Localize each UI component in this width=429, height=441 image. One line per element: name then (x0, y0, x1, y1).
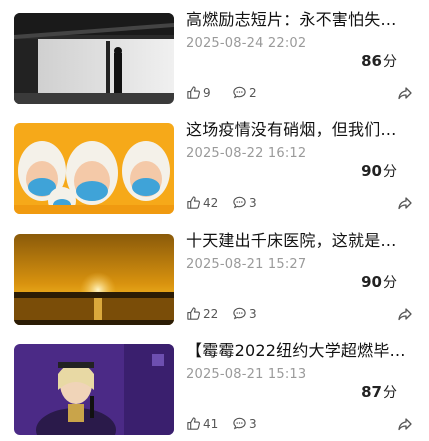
video-score: 87分 (361, 382, 397, 402)
comment-bubble-icon (233, 196, 246, 209)
share-button[interactable] (397, 416, 413, 432)
comment-button[interactable]: 3 (232, 195, 257, 210)
video-thumbnail[interactable] (14, 13, 174, 104)
video-thumbnail[interactable] (14, 344, 174, 435)
score-unit: 分 (383, 385, 397, 401)
video-score: 90分 (361, 272, 397, 292)
like-count: 9 (203, 85, 211, 100)
list-item[interactable]: 高燃励志短片：永不害怕失… 2025-08-24 22:02 86分 9 2 (0, 0, 429, 110)
score-unit: 分 (383, 164, 397, 180)
share-arrow-icon (398, 197, 412, 210)
share-button[interactable] (397, 85, 413, 101)
like-count: 41 (203, 416, 219, 431)
comment-button[interactable]: 2 (232, 85, 257, 100)
publish-date: 2025-08-21 15:13 (186, 367, 307, 382)
score-value: 90 (361, 162, 382, 180)
comment-count: 3 (249, 306, 257, 321)
thumbs-up-icon (187, 307, 201, 320)
like-button[interactable]: 9 (186, 85, 211, 100)
score-value: 87 (361, 383, 382, 401)
graduation-speech-photo-icon (14, 344, 174, 435)
share-button[interactable] (397, 306, 413, 322)
sunset-lake-photo-icon (14, 234, 174, 325)
publish-date: 2025-08-21 15:27 (186, 257, 307, 272)
like-button[interactable]: 41 (186, 416, 218, 431)
video-title[interactable]: 这场疫情没有硝烟，但我们… (186, 119, 418, 141)
list-item[interactable]: 这场疫情没有硝烟，但我们… 2025-08-22 16:12 90分 42 3 (0, 110, 429, 220)
comment-button[interactable]: 3 (232, 416, 257, 431)
thumbs-up-icon (187, 417, 201, 430)
like-button[interactable]: 22 (186, 306, 218, 321)
share-arrow-icon (398, 308, 412, 321)
bridge-silhouette-photo-icon (14, 13, 174, 104)
share-arrow-icon (398, 418, 412, 431)
video-title[interactable]: 十天建出千床医院，这就是… (186, 230, 418, 252)
share-arrow-icon (398, 87, 412, 100)
comment-count: 2 (249, 85, 257, 100)
list-item[interactable]: 【霉霉2022纽约大学超燃毕… 2025-08-21 15:13 87分 41 … (0, 331, 429, 441)
video-title[interactable]: 高燃励志短片：永不害怕失… (186, 9, 418, 31)
score-value: 90 (361, 273, 382, 291)
video-list: 高燃励志短片：永不害怕失… 2025-08-24 22:02 86分 9 2 这… (0, 0, 429, 438)
video-score: 90分 (361, 161, 397, 181)
like-count: 42 (203, 195, 219, 210)
comment-button[interactable]: 3 (232, 306, 257, 321)
share-button[interactable] (397, 195, 413, 211)
comment-bubble-icon (233, 307, 246, 320)
like-count: 22 (203, 306, 219, 321)
publish-date: 2025-08-22 16:12 (186, 146, 307, 161)
video-title[interactable]: 【霉霉2022纽约大学超燃毕… (186, 340, 418, 362)
thumbs-up-icon (187, 196, 201, 209)
video-thumbnail[interactable] (14, 234, 174, 325)
masked-medical-workers-illustration-icon (14, 123, 174, 214)
score-unit: 分 (383, 54, 397, 70)
video-score: 86分 (361, 51, 397, 71)
publish-date: 2025-08-24 22:02 (186, 36, 307, 51)
list-item[interactable]: 十天建出千床医院，这就是… 2025-08-21 15:27 90分 22 3 (0, 221, 429, 331)
like-button[interactable]: 42 (186, 195, 218, 210)
video-thumbnail[interactable] (14, 123, 174, 214)
thumbs-up-icon (187, 86, 201, 99)
comment-bubble-icon (233, 417, 246, 430)
comment-count: 3 (249, 416, 257, 431)
comment-count: 3 (249, 195, 257, 210)
comment-bubble-icon (233, 86, 246, 99)
score-value: 86 (361, 52, 382, 70)
score-unit: 分 (383, 275, 397, 291)
